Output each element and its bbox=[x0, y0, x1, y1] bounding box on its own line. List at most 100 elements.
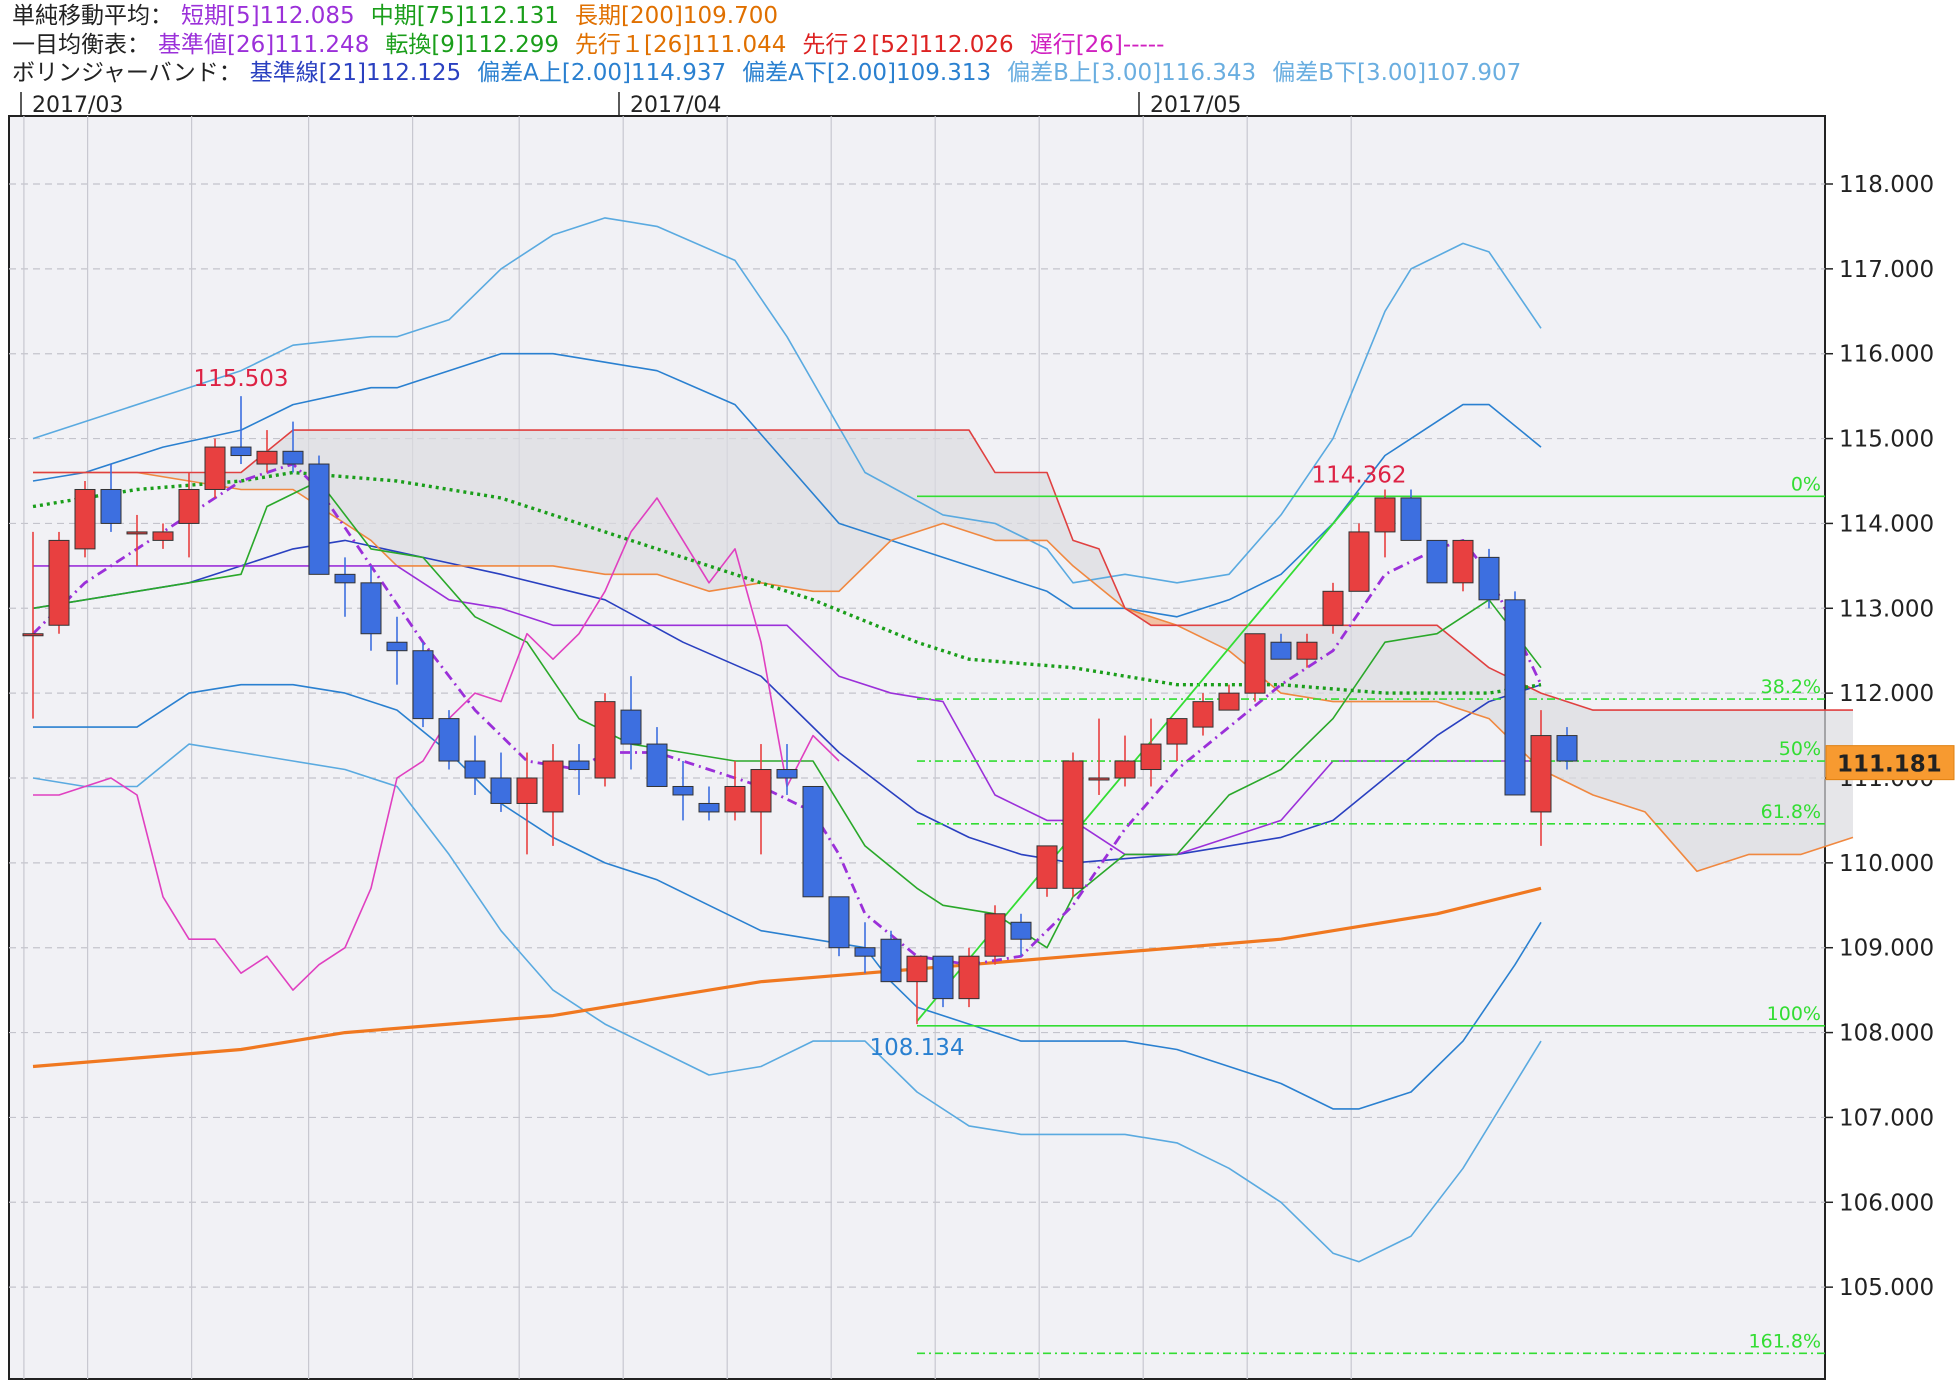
candle-body bbox=[1166, 718, 1188, 745]
candle-body bbox=[958, 955, 980, 1000]
cloud-segment bbox=[722, 430, 735, 590]
fib-label: 38.2% bbox=[1761, 676, 1821, 698]
candlestick-chart: 0% 38.2% 50% 61.8% 100% 161.8% 115.503 114.362… bbox=[8, 92, 1955, 1380]
price-tick-label: 113.000 bbox=[1839, 596, 1934, 622]
cloud-segment bbox=[748, 430, 761, 585]
candle-body bbox=[1062, 760, 1084, 889]
candle-body bbox=[282, 450, 304, 465]
candle-body bbox=[672, 785, 694, 796]
extreme-price-label: 108.134 bbox=[869, 1035, 964, 1061]
candle-body bbox=[204, 446, 226, 490]
cloud-segment bbox=[384, 430, 397, 566]
cloud-segment bbox=[1762, 710, 1775, 855]
candle-body bbox=[490, 777, 512, 804]
cloud-segment bbox=[371, 430, 384, 554]
cloud-segment bbox=[696, 430, 709, 592]
candle-body bbox=[1452, 539, 1474, 584]
cloud-segment bbox=[1372, 625, 1385, 702]
candle-body bbox=[776, 769, 798, 779]
candle-body bbox=[880, 938, 902, 983]
candle bbox=[412, 642, 434, 728]
candle-body bbox=[178, 488, 200, 524]
cloud-segment bbox=[735, 430, 748, 588]
cloud-segment bbox=[527, 430, 540, 566]
cloud-segment bbox=[1749, 710, 1762, 855]
cloud-segment bbox=[1619, 710, 1632, 808]
extreme-price-label: 114.362 bbox=[1311, 463, 1406, 489]
cloud-segment bbox=[579, 430, 592, 573]
cloud-segment bbox=[553, 430, 566, 568]
candle-body bbox=[386, 641, 408, 652]
date-axis: 2017/03 2017/04 2017/05 bbox=[20, 92, 1241, 118]
cloud-segment bbox=[800, 430, 813, 592]
cloud-segment bbox=[1788, 710, 1801, 855]
candle bbox=[1348, 523, 1370, 592]
cloud-segment bbox=[1034, 472, 1047, 541]
candle-body bbox=[1556, 735, 1578, 762]
fib-label: 61.8% bbox=[1761, 801, 1821, 823]
current-price-tag: 111.181 bbox=[1825, 745, 1955, 781]
cloud-segment bbox=[761, 430, 774, 585]
cloud-segment bbox=[566, 430, 579, 571]
candle bbox=[984, 905, 1006, 965]
cloud-segment bbox=[644, 430, 657, 575]
candle-body bbox=[1270, 641, 1292, 660]
candle-body bbox=[750, 769, 772, 813]
candle-body bbox=[22, 633, 44, 637]
price-tick-label: 118.000 bbox=[1839, 172, 1934, 198]
candle-body bbox=[1322, 590, 1344, 626]
price-tick-label: 109.000 bbox=[1839, 936, 1934, 962]
candle-body bbox=[412, 650, 434, 720]
candle-body bbox=[74, 488, 96, 550]
candle bbox=[438, 710, 460, 770]
cloud-segment bbox=[1697, 710, 1710, 872]
cloud-segment bbox=[1385, 625, 1398, 702]
price-tick-label: 116.000 bbox=[1839, 342, 1934, 368]
candle-body bbox=[802, 785, 824, 898]
candle bbox=[1062, 752, 1084, 897]
cloud-segment bbox=[410, 430, 423, 566]
cloud-segment bbox=[1723, 710, 1736, 863]
cloud-segment bbox=[917, 430, 930, 532]
cloud-segment bbox=[865, 430, 878, 566]
cloud-segment bbox=[1684, 710, 1697, 872]
candle-body bbox=[646, 743, 668, 787]
candle-body bbox=[100, 488, 122, 524]
cloud-segment bbox=[657, 430, 670, 579]
cloud-segment bbox=[670, 430, 683, 583]
cloud-segment bbox=[540, 430, 553, 566]
price-tick-label: 108.000 bbox=[1839, 1021, 1934, 1047]
candle-body bbox=[48, 539, 70, 626]
candle-body bbox=[1426, 539, 1448, 584]
candle-body bbox=[1140, 743, 1162, 771]
price-tick-label: 106.000 bbox=[1839, 1190, 1934, 1216]
candle bbox=[1478, 548, 1500, 609]
fib-label: 0% bbox=[1791, 473, 1821, 495]
price-tick-label: 105.000 bbox=[1839, 1275, 1934, 1301]
candle-body bbox=[1114, 760, 1136, 779]
cloud-segment bbox=[995, 472, 1008, 541]
candle-body bbox=[360, 582, 382, 635]
cloud-segment bbox=[436, 430, 449, 566]
extreme-price-label: 115.503 bbox=[193, 366, 288, 392]
cloud-segment bbox=[475, 430, 488, 566]
cloud-segment bbox=[423, 430, 436, 566]
candle-body bbox=[1530, 735, 1552, 813]
cloud-segment bbox=[1775, 710, 1788, 855]
candle bbox=[74, 481, 96, 558]
price-tick-label: 115.000 bbox=[1839, 427, 1934, 453]
price-tick-label: 110.000 bbox=[1839, 851, 1934, 877]
candle-body bbox=[256, 450, 278, 465]
cloud-segment bbox=[1658, 710, 1671, 842]
cloud-segment bbox=[891, 430, 904, 541]
candle-body bbox=[698, 802, 720, 813]
cloud-segment bbox=[1736, 710, 1749, 859]
cloud-segment bbox=[904, 430, 917, 537]
cloud-segment bbox=[358, 430, 371, 541]
cloud-segment bbox=[1645, 710, 1658, 827]
fib-label: 100% bbox=[1767, 1003, 1821, 1025]
candle bbox=[1504, 591, 1526, 796]
date-label: 2017/05 bbox=[1150, 93, 1241, 118]
candle-body bbox=[1010, 921, 1032, 940]
candle-body bbox=[334, 573, 356, 584]
